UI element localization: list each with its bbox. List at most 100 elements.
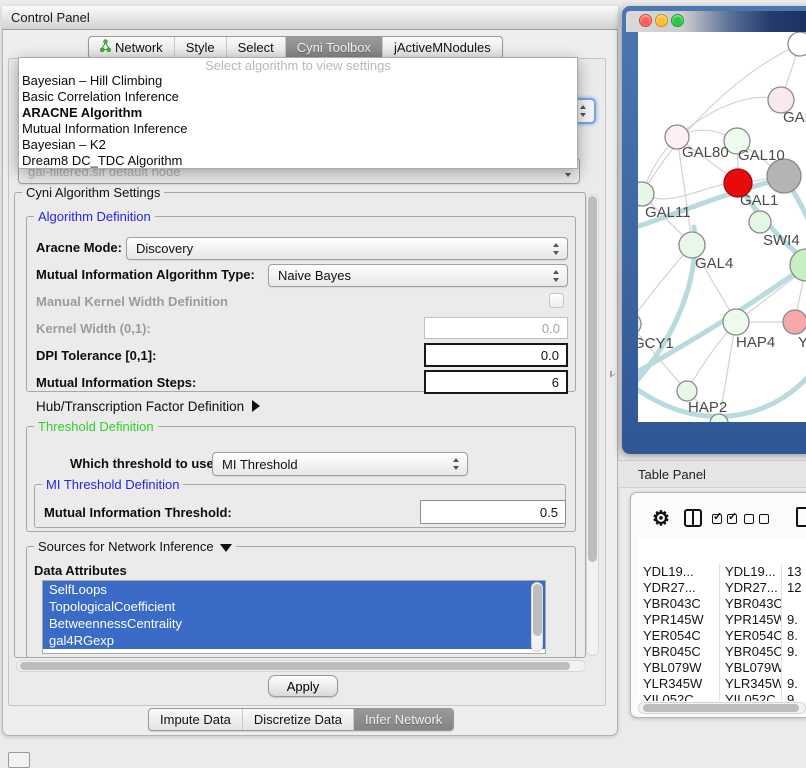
settings-vertical-scrollbar[interactable] <box>586 194 599 656</box>
table-cell: YBR045C <box>638 644 720 660</box>
apply-button[interactable]: Apply <box>268 675 338 697</box>
tab-discretize-data[interactable]: Discretize Data <box>242 709 353 730</box>
sources-group-title[interactable]: Sources for Network Inference <box>34 539 236 554</box>
tab-infer-network[interactable]: Infer Network <box>353 709 453 730</box>
spinner-arrows-icon <box>553 243 560 255</box>
split-view-icon[interactable] <box>684 509 702 527</box>
table-cell: 9. <box>782 644 806 660</box>
mi-threshold-field[interactable]: 0.5 <box>420 500 566 524</box>
settings-group-title: Cyni Algorithm Settings <box>22 185 164 200</box>
table-cell: YDL19... <box>638 564 720 580</box>
attribute-item-gal4rgexp[interactable]: gal4RGexp <box>43 632 545 649</box>
table-row[interactable]: YER054CYER054C8. <box>638 628 806 644</box>
table-cell: 9. <box>782 676 806 692</box>
node-label-gal80: GAL80 <box>682 144 729 161</box>
node-label-y: Y <box>798 334 806 351</box>
attributes-scrollbar[interactable] <box>531 582 543 652</box>
gear-icon[interactable]: ⚙ <box>652 506 670 531</box>
mi-steps-field[interactable]: 6 <box>424 370 568 394</box>
node-label-gal: GAL <box>783 109 806 126</box>
node-label-hap2: HAP2 <box>688 399 727 416</box>
table-cell: YIL052C <box>720 692 782 701</box>
zoom-traffic-light[interactable] <box>671 14 684 27</box>
mi-type-label: Mutual Information Algorithm Type: <box>36 267 255 282</box>
checked-box-icon[interactable] <box>712 514 722 524</box>
tab-select[interactable]: Select <box>226 37 285 58</box>
unchecked-box-icon[interactable] <box>744 514 754 524</box>
mi-type-select[interactable]: Naive Bayes <box>268 264 568 287</box>
attribute-item-betweennesscentrality[interactable]: BetweennessCentrality <box>43 615 545 632</box>
node-label-gcy1: GCY1 <box>638 335 674 352</box>
network-node[interactable] <box>788 32 806 56</box>
manual-kernel-checkbox[interactable] <box>549 293 564 308</box>
which-threshold-select[interactable]: MI Threshold <box>212 452 468 476</box>
control-panel-titlebar[interactable]: Control Panel <box>2 6 618 30</box>
table-row[interactable]: YPR145WYPR145W9. <box>638 612 806 628</box>
tab-style[interactable]: Style <box>174 37 226 58</box>
top-tab-bar: NetworkStyleSelectCyni ToolboxjActiveMNo… <box>88 36 503 59</box>
network-node[interactable] <box>677 381 697 401</box>
algorithm-option-aracne-algorithm[interactable]: ARACNE Algorithm <box>19 105 577 121</box>
settings-horizontal-scrollbar[interactable] <box>16 660 586 672</box>
table-horizontal-scrollbar[interactable] <box>638 702 806 714</box>
unchecked-box-icon[interactable] <box>759 514 769 524</box>
bottom-tab-bar: Impute DataDiscretize DataInfer Network <box>148 708 454 731</box>
close-traffic-light[interactable] <box>639 14 652 27</box>
checked-box-icon[interactable] <box>727 514 737 524</box>
table-cell: YDL19... <box>720 564 782 580</box>
spinner-arrows-icon <box>553 270 560 282</box>
table-cell: 9 <box>782 692 806 701</box>
table-row[interactable]: YDL19...YDL19...13 <box>638 564 806 580</box>
dpi-tolerance-field[interactable]: 0.0 <box>424 343 568 367</box>
kernel-width-field: 0.0 <box>424 317 568 339</box>
table-cell: YBL079W <box>638 660 720 676</box>
spinner-arrows-icon <box>453 458 460 470</box>
algorithm-option-dream8-dc-tdc-algorithm[interactable]: Dream8 DC_TDC Algorithm <box>19 153 577 169</box>
table-row[interactable]: YBL079WYBL079W <box>638 660 806 676</box>
table-row[interactable]: YDR27...YDR27...12 <box>638 580 806 596</box>
network-window-titlebar[interactable] <box>626 11 806 32</box>
network-node[interactable] <box>638 313 641 335</box>
network-node[interactable] <box>767 159 801 193</box>
table-cell: 8. <box>782 628 806 644</box>
table-cell: 9. <box>782 612 806 628</box>
table-row[interactable]: YBR045CYBR045C9. <box>638 644 806 660</box>
data-attributes-list[interactable]: SelfLoopsTopologicalCoefficientBetweenne… <box>42 580 546 654</box>
algorithm-option-bayesian-k2[interactable]: Bayesian – K2 <box>19 137 577 153</box>
table-cell: YDR27... <box>638 580 720 596</box>
table-cell: YLR345W <box>638 676 720 692</box>
algorithm-option-basic-correlation-inference[interactable]: Basic Correlation Inference <box>19 89 577 105</box>
network-node[interactable] <box>638 182 654 206</box>
page-icon[interactable] <box>796 507 806 527</box>
tab-network[interactable]: Network <box>89 37 174 58</box>
data-attributes-label: Data Attributes <box>34 563 127 578</box>
table-row[interactable]: YBR043CYBR043C <box>638 596 806 612</box>
attribute-item-topologicalcoefficient[interactable]: TopologicalCoefficient <box>43 598 545 615</box>
hub-definition-toggle[interactable]: Hub/Transcription Factor Definition <box>36 399 260 414</box>
node-label-swi4: SWI4 <box>763 232 800 249</box>
algorithm-prompt: Select algorithm to view settings <box>19 58 577 73</box>
minimized-panel-icon[interactable] <box>8 752 30 768</box>
table-body[interactable]: YDL19...YDL19...13YDR27...YDR27...12YBR0… <box>638 538 806 701</box>
network-node[interactable] <box>783 310 806 334</box>
kernel-width-label: Kernel Width (0,1): <box>36 321 151 336</box>
tab-jactivemnodules[interactable]: jActiveMNodules <box>382 37 502 58</box>
table-cell: YBR043C <box>638 596 720 612</box>
aracne-mode-select[interactable]: Discovery <box>126 237 568 260</box>
which-threshold-label: Which threshold to use: <box>70 456 218 471</box>
network-node[interactable] <box>723 309 749 335</box>
algorithm-option-bayesian-hill-climbing[interactable]: Bayesian – Hill Climbing <box>19 73 577 89</box>
table-row[interactable]: YLR345WYLR345W9. <box>638 676 806 692</box>
network-node[interactable] <box>749 211 771 233</box>
minimize-traffic-light[interactable] <box>655 14 668 27</box>
network-canvas[interactable]: GALGAL80GAL10GAL1GAL11SWI4GAL4GCY1HAP4YH… <box>638 32 806 422</box>
algorithm-option-mutual-information-inference[interactable]: Mutual Information Inference <box>19 121 577 137</box>
desktop: Control Panel × NetworkStyleSelectCyni T… <box>0 0 806 762</box>
table-cell: YIL052C <box>638 692 720 701</box>
tab-cyni-toolbox[interactable]: Cyni Toolbox <box>285 37 382 58</box>
node-label-gal4: GAL4 <box>695 255 733 272</box>
mi-threshold-group-title: MI Threshold Definition <box>42 477 183 492</box>
attribute-item-selfloops[interactable]: SelfLoops <box>43 581 545 598</box>
tab-impute-data[interactable]: Impute Data <box>149 709 242 730</box>
table-row[interactable]: YIL052CYIL052C9 <box>638 692 806 701</box>
